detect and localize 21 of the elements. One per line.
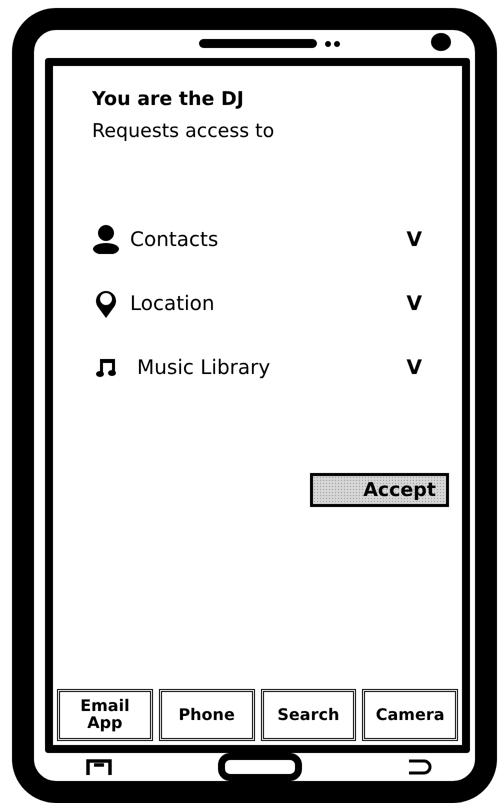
permission-label: Music Library xyxy=(137,355,272,380)
location-pin-icon xyxy=(94,288,116,318)
home-button[interactable] xyxy=(218,753,302,781)
sensor-dots-icon xyxy=(324,40,340,47)
music-note-icon xyxy=(94,356,116,378)
permission-label: Location xyxy=(130,291,216,316)
person-icon xyxy=(92,224,118,254)
subtitle: Requests access to xyxy=(92,120,276,142)
check-mark: V xyxy=(406,291,422,316)
menu-key-icon xyxy=(86,759,112,775)
accept-button[interactable]: Accept xyxy=(310,472,449,507)
app-tab[interactable]: Camera xyxy=(362,689,458,741)
app-tab[interactable]: Email App xyxy=(57,689,153,741)
check-mark: V xyxy=(406,227,422,252)
app-tab[interactable]: Phone xyxy=(158,689,254,741)
permission-label: Contacts xyxy=(130,227,220,252)
back-key-icon xyxy=(407,759,433,775)
camera-lens xyxy=(431,33,451,51)
app-tab[interactable]: Search xyxy=(260,689,356,741)
dialog-title: You are the DJ xyxy=(92,88,245,110)
check-mark: V xyxy=(406,355,422,380)
